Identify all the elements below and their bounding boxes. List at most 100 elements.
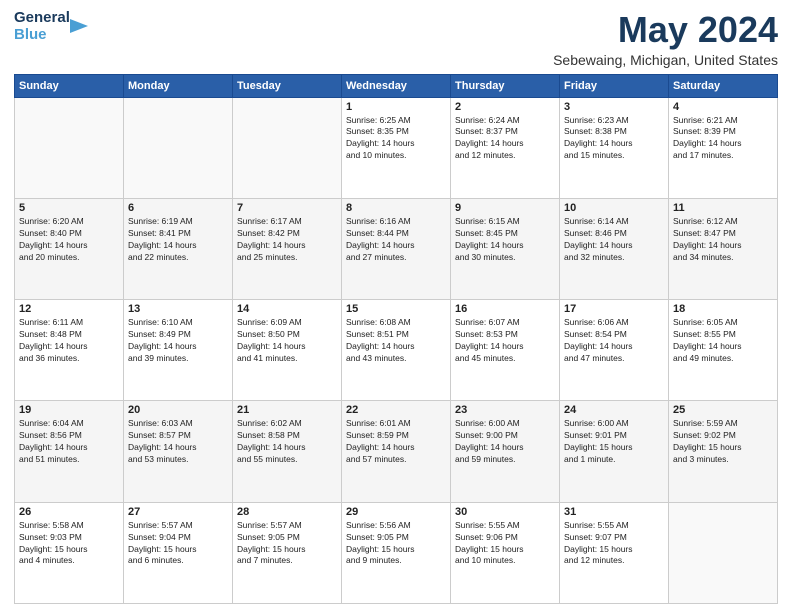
- header-tuesday: Tuesday: [233, 74, 342, 97]
- logo-triangle-icon: [68, 15, 90, 37]
- cell-info: Sunrise: 5:58 AM Sunset: 9:03 PM Dayligh…: [19, 520, 119, 568]
- calendar-cell-4-1: 27 Sunrise: 5:57 AM Sunset: 9:04 PM Dayli…: [124, 502, 233, 603]
- main-title: May 2024: [553, 10, 778, 50]
- calendar-cell-0-4: 2 Sunrise: 6:24 AM Sunset: 8:37 PM Daylig…: [451, 97, 560, 198]
- calendar-cell-4-4: 30 Sunrise: 5:55 AM Sunset: 9:06 PM Dayli…: [451, 502, 560, 603]
- logo-blue: Blue: [14, 27, 66, 44]
- cell-info: Sunrise: 6:00 AM Sunset: 9:01 PM Dayligh…: [564, 418, 664, 466]
- calendar-header: Sunday Monday Tuesday Wednesday Thursday…: [15, 74, 778, 97]
- calendar-cell-3-5: 24 Sunrise: 6:00 AM Sunset: 9:01 PM Dayli…: [560, 401, 669, 502]
- day-number: 16: [455, 303, 555, 315]
- cell-info: Sunrise: 5:57 AM Sunset: 9:04 PM Dayligh…: [128, 520, 228, 568]
- day-number: 4: [673, 101, 773, 113]
- cell-info: Sunrise: 6:23 AM Sunset: 8:38 PM Dayligh…: [564, 115, 664, 163]
- cell-info: Sunrise: 6:05 AM Sunset: 8:55 PM Dayligh…: [673, 317, 773, 365]
- calendar-cell-2-4: 16 Sunrise: 6:07 AM Sunset: 8:53 PM Dayli…: [451, 300, 560, 401]
- header-thursday: Thursday: [451, 74, 560, 97]
- day-number: 18: [673, 303, 773, 315]
- cell-info: Sunrise: 6:11 AM Sunset: 8:48 PM Dayligh…: [19, 317, 119, 365]
- calendar-cell-0-1: [124, 97, 233, 198]
- cell-info: Sunrise: 5:57 AM Sunset: 9:05 PM Dayligh…: [237, 520, 337, 568]
- cell-info: Sunrise: 5:55 AM Sunset: 9:07 PM Dayligh…: [564, 520, 664, 568]
- cell-info: Sunrise: 6:07 AM Sunset: 8:53 PM Dayligh…: [455, 317, 555, 365]
- day-number: 30: [455, 506, 555, 518]
- week-row-4: 19 Sunrise: 6:04 AM Sunset: 8:56 PM Dayli…: [15, 401, 778, 502]
- day-number: 31: [564, 506, 664, 518]
- cell-info: Sunrise: 6:21 AM Sunset: 8:39 PM Dayligh…: [673, 115, 773, 163]
- cell-info: Sunrise: 6:25 AM Sunset: 8:35 PM Dayligh…: [346, 115, 446, 163]
- day-number: 22: [346, 404, 446, 416]
- header-wednesday: Wednesday: [342, 74, 451, 97]
- weekday-header-row: Sunday Monday Tuesday Wednesday Thursday…: [15, 74, 778, 97]
- day-number: 14: [237, 303, 337, 315]
- day-number: 2: [455, 101, 555, 113]
- calendar-cell-1-0: 5 Sunrise: 6:20 AM Sunset: 8:40 PM Daylig…: [15, 198, 124, 299]
- day-number: 27: [128, 506, 228, 518]
- cell-info: Sunrise: 6:19 AM Sunset: 8:41 PM Dayligh…: [128, 216, 228, 264]
- calendar-cell-0-3: 1 Sunrise: 6:25 AM Sunset: 8:35 PM Daylig…: [342, 97, 451, 198]
- calendar-cell-2-5: 17 Sunrise: 6:06 AM Sunset: 8:54 PM Dayli…: [560, 300, 669, 401]
- cell-info: Sunrise: 6:01 AM Sunset: 8:59 PM Dayligh…: [346, 418, 446, 466]
- calendar-cell-1-5: 10Sunrise: 6:14 AM Sunset: 8:46 PM Dayli…: [560, 198, 669, 299]
- calendar-table: Sunday Monday Tuesday Wednesday Thursday…: [14, 74, 778, 604]
- subtitle: Sebewaing, Michigan, United States: [553, 52, 778, 68]
- cell-info: Sunrise: 6:03 AM Sunset: 8:57 PM Dayligh…: [128, 418, 228, 466]
- day-number: 11: [673, 202, 773, 214]
- calendar-cell-2-1: 13 Sunrise: 6:10 AM Sunset: 8:49 PM Dayli…: [124, 300, 233, 401]
- day-number: 15: [346, 303, 446, 315]
- calendar-cell-3-6: 25 Sunrise: 5:59 AM Sunset: 9:02 PM Dayli…: [669, 401, 778, 502]
- day-number: 26: [19, 506, 119, 518]
- cell-info: Sunrise: 6:02 AM Sunset: 8:58 PM Dayligh…: [237, 418, 337, 466]
- day-number: 25: [673, 404, 773, 416]
- cell-info: Sunrise: 5:55 AM Sunset: 9:06 PM Dayligh…: [455, 520, 555, 568]
- calendar-cell-3-0: 19 Sunrise: 6:04 AM Sunset: 8:56 PM Dayli…: [15, 401, 124, 502]
- cell-info: Sunrise: 6:17 AM Sunset: 8:42 PM Dayligh…: [237, 216, 337, 264]
- header: General Blue May 2024 Sebewaing, Michiga…: [14, 10, 778, 68]
- day-number: 19: [19, 404, 119, 416]
- week-row-2: 5 Sunrise: 6:20 AM Sunset: 8:40 PM Daylig…: [15, 198, 778, 299]
- header-monday: Monday: [124, 74, 233, 97]
- calendar-cell-4-2: 28Sunrise: 5:57 AM Sunset: 9:05 PM Dayli…: [233, 502, 342, 603]
- day-number: 24: [564, 404, 664, 416]
- cell-info: Sunrise: 6:10 AM Sunset: 8:49 PM Dayligh…: [128, 317, 228, 365]
- calendar-cell-2-3: 15 Sunrise: 6:08 AM Sunset: 8:51 PM Dayli…: [342, 300, 451, 401]
- calendar-cell-2-2: 14 Sunrise: 6:09 AM Sunset: 8:50 PM Dayli…: [233, 300, 342, 401]
- cell-info: Sunrise: 5:59 AM Sunset: 9:02 PM Dayligh…: [673, 418, 773, 466]
- calendar-cell-0-6: 4 Sunrise: 6:21 AM Sunset: 8:39 PM Daylig…: [669, 97, 778, 198]
- cell-info: Sunrise: 6:24 AM Sunset: 8:37 PM Dayligh…: [455, 115, 555, 163]
- day-number: 17: [564, 303, 664, 315]
- calendar-cell-1-6: 11 Sunrise: 6:12 AM Sunset: 8:47 PM Dayli…: [669, 198, 778, 299]
- page: General Blue May 2024 Sebewaing, Michiga…: [0, 0, 792, 612]
- calendar-cell-4-5: 31 Sunrise: 5:55 AM Sunset: 9:07 PM Dayli…: [560, 502, 669, 603]
- cell-info: Sunrise: 6:09 AM Sunset: 8:50 PM Dayligh…: [237, 317, 337, 365]
- cell-info: Sunrise: 6:04 AM Sunset: 8:56 PM Dayligh…: [19, 418, 119, 466]
- cell-info: Sunrise: 6:20 AM Sunset: 8:40 PM Dayligh…: [19, 216, 119, 264]
- calendar-cell-3-4: 23 Sunrise: 6:00 AM Sunset: 9:00 PM Dayli…: [451, 401, 560, 502]
- day-number: 1: [346, 101, 446, 113]
- calendar-body: 1 Sunrise: 6:25 AM Sunset: 8:35 PM Daylig…: [15, 97, 778, 603]
- calendar-cell-3-3: 22 Sunrise: 6:01 AM Sunset: 8:59 PM Dayli…: [342, 401, 451, 502]
- day-number: 13: [128, 303, 228, 315]
- cell-info: Sunrise: 6:15 AM Sunset: 8:45 PM Dayligh…: [455, 216, 555, 264]
- day-number: 5: [19, 202, 119, 214]
- title-block: May 2024 Sebewaing, Michigan, United Sta…: [553, 10, 778, 68]
- calendar-cell-1-3: 8 Sunrise: 6:16 AM Sunset: 8:44 PM Daylig…: [342, 198, 451, 299]
- calendar-cell-2-6: 18 Sunrise: 6:05 AM Sunset: 8:55 PM Dayli…: [669, 300, 778, 401]
- cell-info: Sunrise: 5:56 AM Sunset: 9:05 PM Dayligh…: [346, 520, 446, 568]
- day-number: 6: [128, 202, 228, 214]
- calendar-cell-4-0: 26 Sunrise: 5:58 AM Sunset: 9:03 PM Dayli…: [15, 502, 124, 603]
- day-number: 23: [455, 404, 555, 416]
- day-number: 8: [346, 202, 446, 214]
- cell-info: Sunrise: 6:00 AM Sunset: 9:00 PM Dayligh…: [455, 418, 555, 466]
- day-number: 10: [564, 202, 664, 214]
- calendar-cell-1-1: 6 Sunrise: 6:19 AM Sunset: 8:41 PM Daylig…: [124, 198, 233, 299]
- day-number: 12: [19, 303, 119, 315]
- cell-info: Sunrise: 6:16 AM Sunset: 8:44 PM Dayligh…: [346, 216, 446, 264]
- cell-info: Sunrise: 6:12 AM Sunset: 8:47 PM Dayligh…: [673, 216, 773, 264]
- cell-info: Sunrise: 6:06 AM Sunset: 8:54 PM Dayligh…: [564, 317, 664, 365]
- calendar-cell-1-4: 9Sunrise: 6:15 AM Sunset: 8:45 PM Daylig…: [451, 198, 560, 299]
- calendar-cell-0-5: 3Sunrise: 6:23 AM Sunset: 8:38 PM Daylig…: [560, 97, 669, 198]
- week-row-1: 1 Sunrise: 6:25 AM Sunset: 8:35 PM Daylig…: [15, 97, 778, 198]
- week-row-5: 26 Sunrise: 5:58 AM Sunset: 9:03 PM Dayli…: [15, 502, 778, 603]
- cell-info: Sunrise: 6:08 AM Sunset: 8:51 PM Dayligh…: [346, 317, 446, 365]
